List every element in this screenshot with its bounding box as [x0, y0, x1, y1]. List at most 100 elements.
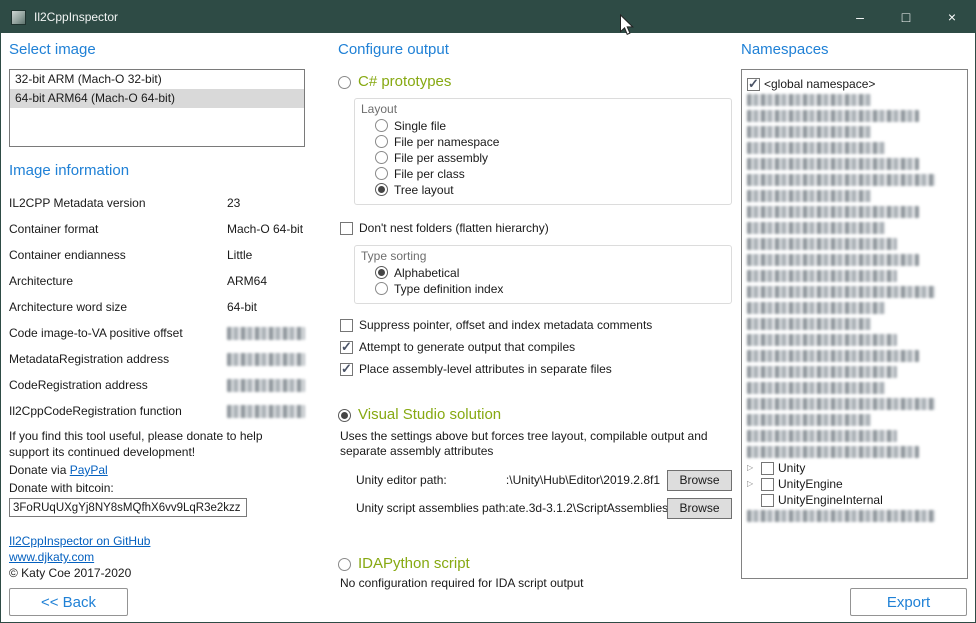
app-window: Il2CppInspector – □ × Select image 32-bi… [0, 0, 976, 623]
info-label: Code image-to-VA positive offset [9, 326, 227, 340]
browse-button[interactable]: Browse [667, 498, 732, 519]
namespace-item[interactable] [744, 332, 965, 348]
checkbox-label: Place assembly-level attributes in separ… [359, 362, 612, 376]
image-list-item[interactable]: 32-bit ARM (Mach-O 32-bit) [10, 70, 304, 89]
namespace-item[interactable] [744, 444, 965, 460]
radio-option[interactable]: Type definition index [375, 281, 723, 296]
checkbox-option[interactable]: Suppress pointer, offset and index metad… [340, 316, 732, 334]
namespace-item[interactable]: UnityEngine [744, 476, 965, 492]
radio-option[interactable]: Tree layout [375, 182, 723, 197]
checkbox-label: Don't nest folders (flatten hierarchy) [359, 221, 549, 235]
path-value: ate.3d-3.1.2\ScriptAssemblies [509, 501, 667, 515]
ida-description: No configuration required for IDA script… [340, 576, 724, 591]
configure-output-panel: Configure output C# prototypes Layout Si… [338, 41, 732, 591]
namespace-item[interactable] [744, 300, 965, 316]
info-row: Container format Mach-O 64-bit [9, 216, 305, 242]
namespace-item[interactable] [744, 380, 965, 396]
expander-icon[interactable] [747, 463, 757, 473]
path-label: Unity editor path: [356, 473, 447, 487]
namespace-item[interactable]: <global namespace> [744, 76, 965, 92]
namespace-item[interactable]: UnityEngineInternal [744, 492, 965, 508]
namespace-item[interactable] [744, 252, 965, 268]
namespace-item[interactable]: Unity [744, 460, 965, 476]
redacted-namespace [747, 430, 897, 442]
namespace-item[interactable] [744, 188, 965, 204]
browse-button[interactable]: Browse [667, 470, 732, 491]
github-link[interactable]: Il2CppInspector on GitHub [9, 533, 305, 549]
checkbox-icon [340, 222, 353, 235]
namespace-item[interactable] [744, 316, 965, 332]
radio-option[interactable]: File per class [375, 166, 723, 181]
checkbox-icon [340, 319, 353, 332]
namespace-checkbox[interactable] [761, 462, 774, 475]
namespace-item[interactable] [744, 124, 965, 140]
minimize-button[interactable]: – [837, 1, 883, 33]
csharp-prototypes-radio[interactable]: C# prototypes [338, 73, 732, 90]
copyright-text: © Katy Coe 2017-2020 [9, 565, 305, 581]
expander-icon[interactable] [747, 479, 757, 489]
radio-option[interactable]: Alphabetical [375, 265, 723, 280]
back-button[interactable]: << Back [9, 588, 128, 616]
radio-icon [375, 183, 388, 196]
paypal-prefix: Donate via [9, 463, 70, 477]
namespace-item[interactable] [744, 348, 965, 364]
checkbox-label: Suppress pointer, offset and index metad… [359, 318, 652, 332]
export-button[interactable]: Export [850, 588, 967, 616]
redacted-namespace [747, 414, 871, 426]
bitcoin-address-field[interactable] [9, 498, 247, 517]
maximize-button[interactable]: □ [883, 1, 929, 33]
info-label: Architecture [9, 274, 227, 288]
namespace-item[interactable] [744, 108, 965, 124]
radio-label: Tree layout [394, 183, 454, 197]
redacted-namespace [747, 350, 919, 362]
sorting-group-title: Type sorting [361, 249, 723, 264]
path-label: Unity script assemblies path: [356, 501, 509, 515]
flatten-checkbox[interactable]: Don't nest folders (flatten hierarchy) [340, 219, 732, 237]
info-label: Architecture word size [9, 300, 227, 314]
select-image-panel: Select image 32-bit ARM (Mach-O 32-bit) … [9, 41, 305, 581]
namespace-item[interactable] [744, 140, 965, 156]
paypal-link[interactable]: PayPal [70, 463, 108, 477]
namespace-item[interactable] [744, 268, 965, 284]
layout-groupbox: Layout Single file File per namespace [354, 98, 732, 205]
radio-icon [375, 151, 388, 164]
info-label: MetadataRegistration address [9, 352, 227, 366]
namespace-item[interactable] [744, 172, 965, 188]
namespace-item[interactable] [744, 92, 965, 108]
path-row: Unity script assemblies path: ate.3d-3.1… [356, 497, 732, 519]
idapython-radio[interactable]: IDAPython script [338, 555, 732, 572]
close-button[interactable]: × [929, 1, 975, 33]
checkbox-option[interactable]: Place assembly-level attributes in separ… [340, 360, 732, 378]
info-label: IL2CPP Metadata version [9, 196, 227, 210]
namespace-item[interactable] [744, 236, 965, 252]
namespace-checkbox[interactable] [747, 78, 760, 91]
info-label: CodeRegistration address [9, 378, 227, 392]
redacted-value [227, 327, 305, 340]
namespace-item[interactable] [744, 428, 965, 444]
namespace-item[interactable] [744, 156, 965, 172]
redacted-namespace [747, 334, 897, 346]
radio-option[interactable]: File per assembly [375, 150, 723, 165]
info-row: Architecture ARM64 [9, 268, 305, 294]
namespace-checkbox[interactable] [761, 494, 774, 507]
radio-option[interactable]: File per namespace [375, 134, 723, 149]
namespace-item[interactable] [744, 412, 965, 428]
titlebar[interactable]: Il2CppInspector – □ × [1, 1, 975, 33]
namespace-item[interactable] [744, 284, 965, 300]
website-link[interactable]: www.djkaty.com [9, 549, 305, 565]
namespace-item[interactable] [744, 364, 965, 380]
image-list-item[interactable]: 64-bit ARM64 (Mach-O 64-bit) [10, 89, 304, 108]
namespace-item[interactable] [744, 204, 965, 220]
namespace-item[interactable] [744, 508, 965, 524]
namespace-item[interactable] [744, 396, 965, 412]
namespace-item[interactable] [744, 220, 965, 236]
visual-studio-radio[interactable]: Visual Studio solution [338, 406, 732, 423]
info-value: 23 [227, 196, 305, 210]
namespace-checkbox[interactable] [761, 478, 774, 491]
image-info-title: Image information [9, 162, 305, 180]
radio-label: File per class [394, 167, 465, 181]
radio-option[interactable]: Single file [375, 118, 723, 133]
info-value: 64-bit [227, 300, 305, 314]
checkbox-option[interactable]: Attempt to generate output that compiles [340, 338, 732, 356]
info-row: Container endianness Little [9, 242, 305, 268]
